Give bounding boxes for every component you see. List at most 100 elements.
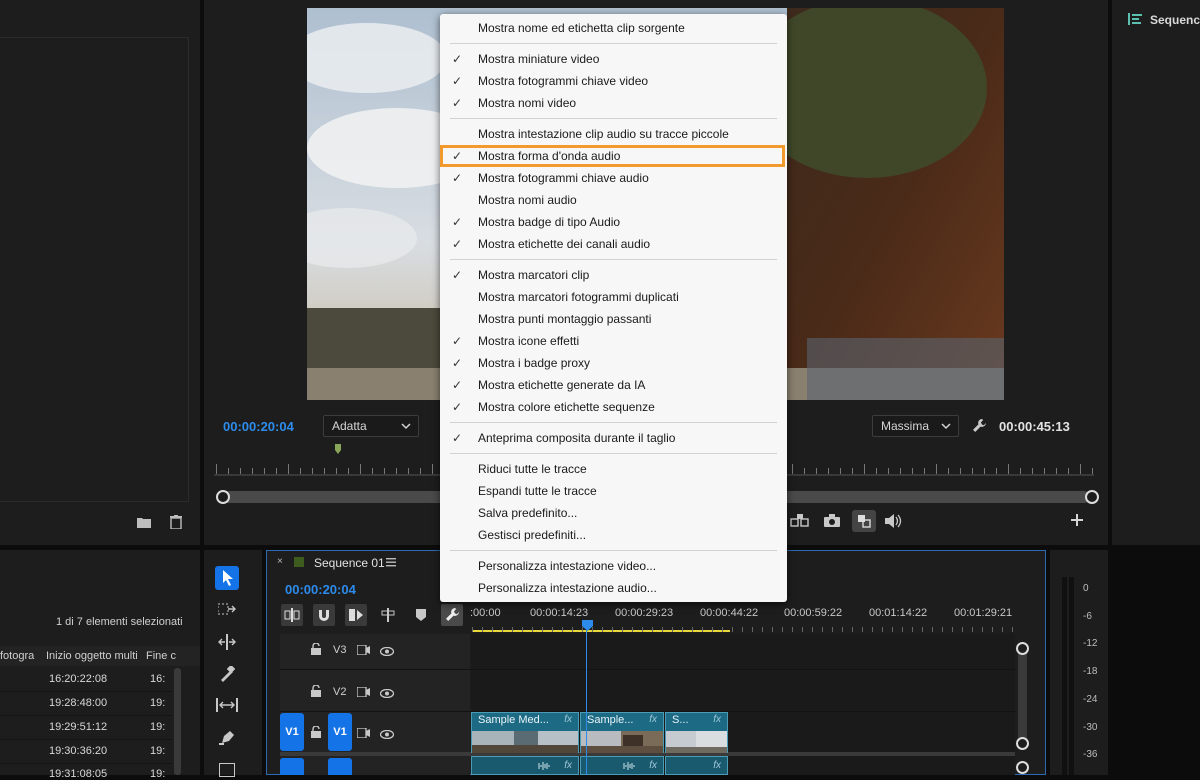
sequence-tab-label[interactable]: Sequence — [1150, 13, 1200, 27]
menu-item-minimize-all-tracks[interactable]: Riduci tutte le tracce — [440, 458, 787, 480]
quality-dropdown[interactable]: Massima — [872, 415, 959, 437]
menu-item-expand-all-tracks[interactable]: Espandi tutte le tracce — [440, 480, 787, 502]
menu-item-show-video-thumbnails[interactable]: ✓ Mostra miniature video — [440, 48, 787, 70]
close-tab-icon[interactable]: × — [277, 556, 283, 567]
menu-item-show-sequence-label-color[interactable]: ✓ Mostra colore etichette sequenze — [440, 396, 787, 418]
fit-dropdown[interactable]: Adatta — [323, 415, 419, 437]
slip-tool-icon[interactable] — [216, 698, 238, 715]
source-patch-v1[interactable]: V1 — [280, 713, 304, 751]
menu-item-show-audio-names[interactable]: Mostra nomi audio — [440, 189, 787, 211]
track-label-v3: V3 — [333, 644, 347, 656]
sync-lock-icon[interactable] — [356, 686, 370, 700]
eye-icon[interactable] — [379, 687, 395, 701]
db-label: -12 — [1083, 638, 1098, 649]
timeline-playhead-line[interactable] — [586, 630, 587, 775]
menu-item-manage-presets[interactable]: Gestisci predefiniti... — [440, 524, 787, 546]
track-select-tool-icon[interactable] — [217, 602, 236, 619]
timeline-playhead-handle[interactable] — [582, 620, 593, 631]
lock-icon[interactable] — [311, 684, 321, 700]
menu-item-show-ai-labels[interactable]: ✓ Mostra etichette generate da IA — [440, 374, 787, 396]
audio-clip-3[interactable]: fx — [665, 756, 728, 775]
duration-timecode: 00:00:45:13 — [999, 419, 1070, 434]
right-panel: Sequence — [1112, 0, 1200, 545]
menu-item-customize-audio-header[interactable]: Personalizza intestazione audio... — [440, 577, 787, 599]
lock-icon[interactable] — [311, 725, 321, 741]
audio-clip-2[interactable]: fx — [580, 756, 664, 775]
waveform-icon — [623, 762, 635, 770]
menu-item-customize-video-header[interactable]: Personalizza intestazione video... — [440, 555, 787, 577]
selection-tool-button[interactable] — [215, 566, 239, 590]
settings-wrench-icon[interactable] — [972, 418, 987, 436]
menu-item-show-clip-markers[interactable]: ✓ Mostra marcatori clip — [440, 264, 787, 286]
db-label: -24 — [1083, 694, 1098, 705]
sync-lock-icon[interactable] — [356, 727, 370, 741]
menu-item-save-preset[interactable]: Salva predefinito... — [440, 502, 787, 524]
scroll-handle-top[interactable] — [1016, 642, 1029, 655]
eye-icon[interactable] — [379, 728, 395, 742]
source-patch-a1[interactable] — [280, 758, 304, 775]
timeline-scrollbar-track[interactable] — [1018, 642, 1027, 745]
export-frame-compare-icon[interactable] — [790, 513, 810, 532]
zoom-handle-right[interactable] — [1085, 490, 1099, 504]
column-header-fotogra[interactable]: fotogra — [0, 650, 34, 662]
pen-tool-icon[interactable] — [219, 730, 235, 749]
snap-magnet-button[interactable] — [313, 604, 335, 626]
camera-icon[interactable] — [824, 514, 840, 530]
ruler-label: :00:00 — [470, 607, 501, 619]
playhead-marker[interactable] — [335, 443, 341, 454]
clip-sample-media-1[interactable]: Sample Med... fx — [471, 712, 579, 753]
track-target-a1[interactable] — [328, 758, 352, 775]
menu-item-show-duplicate-frame-markers[interactable]: Mostra marcatori fotogrammi duplicati — [440, 286, 787, 308]
insert-nest-button[interactable] — [281, 604, 303, 626]
column-header-fine[interactable]: Fine c — [146, 650, 176, 662]
add-marker-icon[interactable] — [381, 608, 395, 625]
db-label: -18 — [1083, 666, 1098, 677]
project-scrollbar[interactable] — [174, 668, 181, 775]
ripple-edit-tool-icon[interactable] — [218, 634, 236, 653]
linked-selection-button[interactable] — [345, 604, 367, 626]
audio-clip-1[interactable]: fx — [471, 756, 579, 775]
menu-item-show-audio-keyframes[interactable]: ✓ Mostra fotogrammi chiave audio — [440, 167, 787, 189]
scroll-handle-audio[interactable] — [1016, 761, 1029, 774]
comparison-view-button[interactable] — [852, 510, 876, 532]
razor-tool-icon[interactable] — [219, 664, 236, 685]
clip-sample-media-3[interactable]: S... fx — [665, 712, 728, 753]
menu-item-show-video-names[interactable]: ✓ Mostra nomi video — [440, 92, 787, 114]
volume-icon[interactable] — [885, 514, 903, 531]
tab-menu-icon[interactable] — [386, 556, 396, 570]
column-header-inizio[interactable]: Inizio oggetto multi — [46, 650, 138, 662]
eye-icon[interactable] — [379, 645, 395, 659]
menu-item-show-proxy-badges[interactable]: ✓ Mostra i badge proxy — [440, 352, 787, 374]
check-icon: ✓ — [452, 96, 463, 110]
clip-sample-media-2[interactable]: Sample... fx — [580, 712, 664, 753]
trash-icon[interactable] — [170, 515, 182, 532]
scroll-handle-bottom[interactable] — [1016, 737, 1029, 750]
menu-item-show-effect-badges[interactable]: ✓ Mostra icone effetti — [440, 330, 787, 352]
project-panel-top — [0, 0, 200, 545]
timeline-settings-wrench-button[interactable] — [441, 604, 463, 626]
sequence-tab-name[interactable]: Sequence 01 — [314, 556, 385, 570]
menu-item-show-video-keyframes[interactable]: ✓ Mostra fotogrammi chiave video — [440, 70, 787, 92]
folder-icon[interactable] — [137, 516, 151, 531]
current-timecode[interactable]: 00:00:20:04 — [223, 419, 294, 434]
check-icon: ✓ — [452, 334, 463, 348]
menu-item-composite-preview-trim[interactable]: ✓ Anteprima composita durante il taglio — [440, 427, 787, 449]
menu-separator — [450, 422, 777, 423]
track-target-v1[interactable]: V1 — [328, 713, 352, 751]
chevron-down-icon — [941, 416, 951, 442]
marker-icon[interactable] — [416, 609, 426, 624]
sync-lock-icon[interactable] — [356, 644, 370, 658]
menu-item-show-audio-channel-labels[interactable]: ✓ Mostra etichette dei canali audio — [440, 233, 787, 255]
menu-item-show-source-clip-name[interactable]: Mostra nome ed etichetta clip sorgente — [440, 17, 787, 39]
menu-item-show-audio-clip-header[interactable]: Mostra intestazione clip audio su tracce… — [440, 123, 787, 145]
lock-icon[interactable] — [311, 642, 321, 658]
add-button-plus-icon[interactable] — [1071, 514, 1083, 529]
zoom-handle-left[interactable] — [216, 490, 230, 504]
clip-name: Sample Med... — [478, 714, 549, 726]
ruler-label: 00:01:14:22 — [869, 607, 928, 619]
menu-item-show-through-edits[interactable]: Mostra punti montaggio passanti — [440, 308, 787, 330]
menu-item-show-audio-type-badge[interactable]: ✓ Mostra badge di tipo Audio — [440, 211, 787, 233]
menu-separator — [450, 118, 777, 119]
timeline-timecode[interactable]: 00:00:20:04 — [285, 582, 356, 597]
menu-separator — [450, 43, 777, 44]
